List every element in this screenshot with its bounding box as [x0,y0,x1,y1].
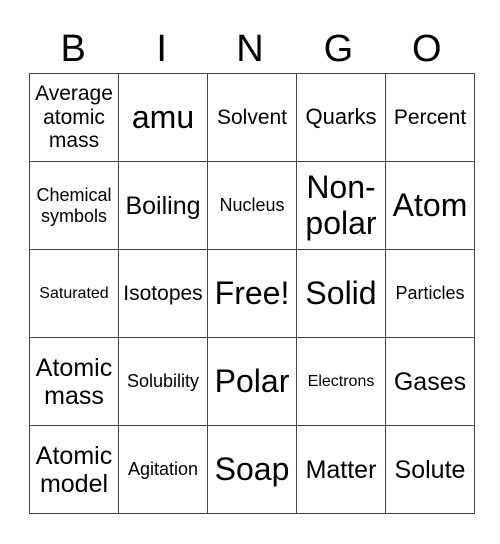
header-letter-i: I [156,28,167,70]
bingo-cell[interactable]: Solubility [118,337,208,426]
header-letter-o: O [412,28,442,70]
board-row: Chemical symbols Boiling Nucleus Non-pol… [29,161,475,250]
bingo-cell[interactable]: Percent [385,73,475,162]
bingo-cell[interactable]: Boiling [118,161,208,250]
bingo-cell[interactable]: Soap [207,425,297,514]
bingo-cell[interactable]: Chemical symbols [29,161,119,250]
bingo-cell[interactable]: amu [118,73,208,162]
bingo-cell[interactable]: Quarks [296,73,386,162]
bingo-cell[interactable]: Nucleus [207,161,297,250]
bingo-cell[interactable]: Solvent [207,73,297,162]
bingo-cell[interactable]: Matter [296,425,386,514]
bingo-cell[interactable]: Atomic mass [29,337,119,426]
board-row: Saturated Isotopes Free! Solid Particles [29,249,475,338]
bingo-cell[interactable]: Solute [385,425,475,514]
header-letter-n: N [236,28,264,70]
bingo-cell[interactable]: Electrons [296,337,386,426]
bingo-cell[interactable]: Isotopes [118,249,208,338]
bingo-cell[interactable]: Atom [385,161,475,250]
bingo-cell[interactable]: Saturated [29,249,119,338]
header-letter-g: G [323,28,354,70]
bingo-header: B I N G O [29,26,471,72]
free-space-cell[interactable]: Free! [207,249,297,338]
bingo-cell[interactable]: Particles [385,249,475,338]
board-row: Atomic model Agitation Soap Matter Solut… [29,425,475,514]
board-row: Average atomic mass amu Solvent Quarks P… [29,73,475,162]
board-row: Atomic mass Solubility Polar Electrons G… [29,337,475,426]
header-letter-b: B [60,28,86,70]
bingo-cell[interactable]: Solid [296,249,386,338]
bingo-cell[interactable]: Average atomic mass [29,73,119,162]
bingo-board: Average atomic mass amu Solvent Quarks P… [29,73,475,514]
bingo-cell[interactable]: Non-polar [296,161,386,250]
bingo-cell[interactable]: Gases [385,337,475,426]
bingo-cell[interactable]: Atomic model [29,425,119,514]
bingo-cell[interactable]: Polar [207,337,297,426]
bingo-cell[interactable]: Agitation [118,425,208,514]
